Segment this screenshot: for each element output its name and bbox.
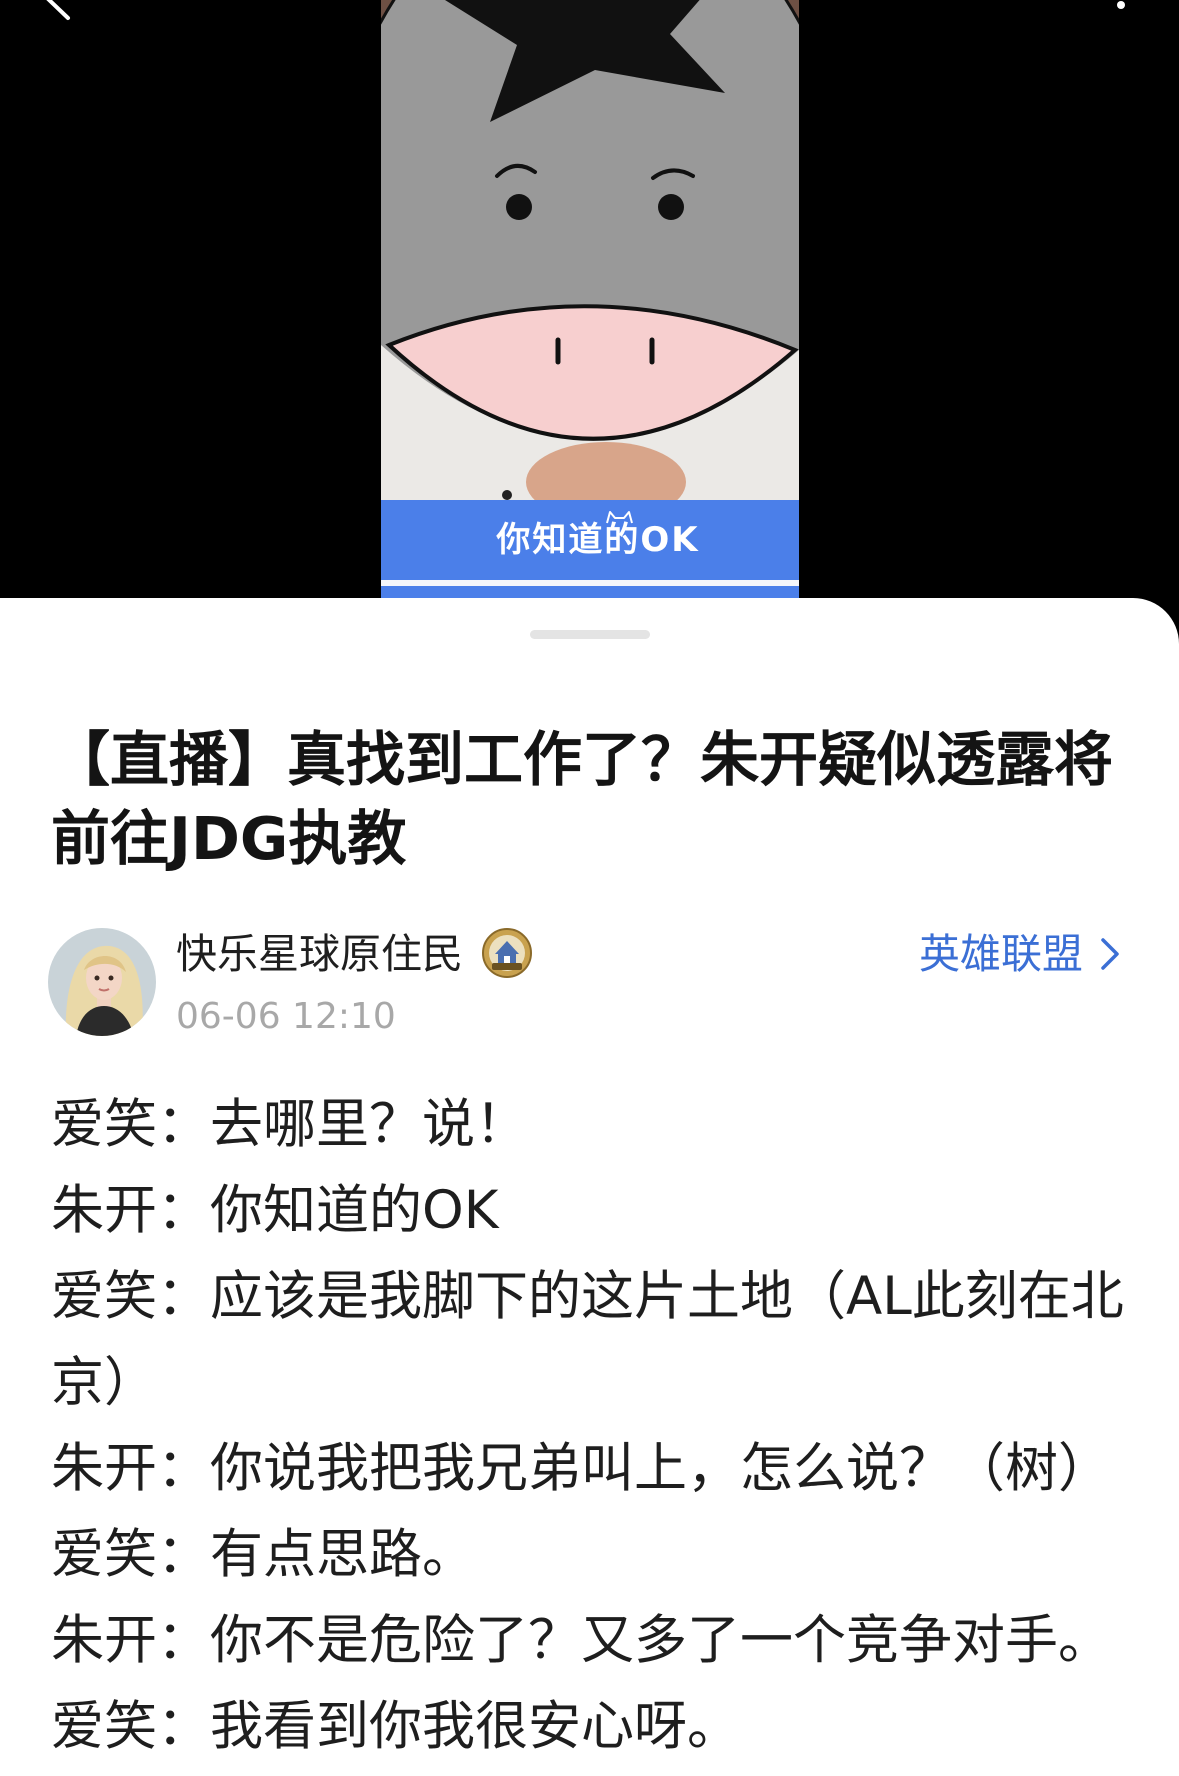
author-name[interactable]: 快乐星球原住民 [176, 929, 463, 979]
dialogue-speaker: 爱笑： [51, 1094, 210, 1155]
left-eye [506, 194, 532, 220]
dialogue-text: 有点思路。 [210, 1524, 475, 1585]
video-area: 你知道的OK [0, 0, 1179, 598]
dialogue-speaker: 朱开： [51, 1610, 210, 1671]
subtitle-bar-bottom [381, 586, 799, 598]
post-date: 06-06 12:10 [176, 996, 396, 1037]
microphone-dot [502, 490, 512, 500]
drag-handle[interactable] [530, 630, 650, 639]
dialogue-text: 应该是我脚下的这片土地（AL此刻在北京） [51, 1266, 1124, 1413]
dialogue-speaker: 爱笑： [51, 1696, 210, 1757]
video-subtitle: 你知道的OK [495, 520, 699, 560]
user-badge-icon [482, 928, 532, 978]
dialogue-text: 我看到你我很安心呀。 [210, 1696, 740, 1757]
avatar[interactable] [48, 928, 156, 1036]
dialogue-speaker: 爱笑： [51, 1524, 210, 1585]
subtitle-bar-divider [381, 580, 799, 586]
chevron-right-icon[interactable] [1099, 936, 1121, 972]
category-link[interactable]: 英雄联盟 [919, 929, 1121, 979]
dialogue-line: 爱笑：有点思路。 [51, 1512, 1128, 1598]
post-sheet: 【直播】真找到工作了？朱开疑似透露将前往JDG执教 快乐星球原住民 06-06 … [0, 598, 1179, 1776]
dialogue-line: 爱笑：去哪里？说！ [51, 1082, 1128, 1168]
dialogue-text: 去哪里？说！ [210, 1094, 528, 1155]
right-eye [658, 194, 684, 220]
dialogue-line: 爱笑：应该是我脚下的这片土地（AL此刻在北京） [51, 1254, 1128, 1426]
dialogue-text: 你知道的OK [210, 1180, 499, 1241]
dialogue-line: 朱开：你说我把我兄弟叫上，怎么说？（树） [51, 1426, 1128, 1512]
dialogue-speaker: 爱笑： [51, 1266, 210, 1327]
post-detail-screen: 你知道的OK 【直播】真找到工作了？朱开疑似透露将前往JDG执教 快乐星球原住民… [0, 0, 1179, 1776]
dialogue-text: 你不是危险了？又多了一个竞争对手。 [210, 1610, 1111, 1671]
dialogue-line: 爱笑：我看到你我很安心呀。 [51, 1684, 1128, 1770]
more-options-icon[interactable] [1106, 0, 1136, 20]
dialogue-speaker: 朱开： [51, 1438, 210, 1499]
back-arrow-icon[interactable] [30, 0, 90, 40]
category-label[interactable]: 英雄联盟 [919, 929, 1083, 979]
dialogue-line: 朱开：你不是危险了？又多了一个竞争对手。 [51, 1598, 1128, 1684]
video-player[interactable]: 你知道的OK [381, 0, 799, 598]
post-body: 爱笑：去哪里？说！ 朱开：你知道的OK 爱笑：应该是我脚下的这片土地（AL此刻在… [51, 1082, 1128, 1770]
dialogue-text: 你说我把我兄弟叫上，怎么说？（树） [210, 1438, 1111, 1499]
dialogue-line: 朱开：你知道的OK [51, 1168, 1128, 1254]
post-title: 【直播】真找到工作了？朱开疑似透露将前往JDG执教 [51, 725, 1114, 873]
dialogue-speaker: 朱开： [51, 1180, 210, 1241]
